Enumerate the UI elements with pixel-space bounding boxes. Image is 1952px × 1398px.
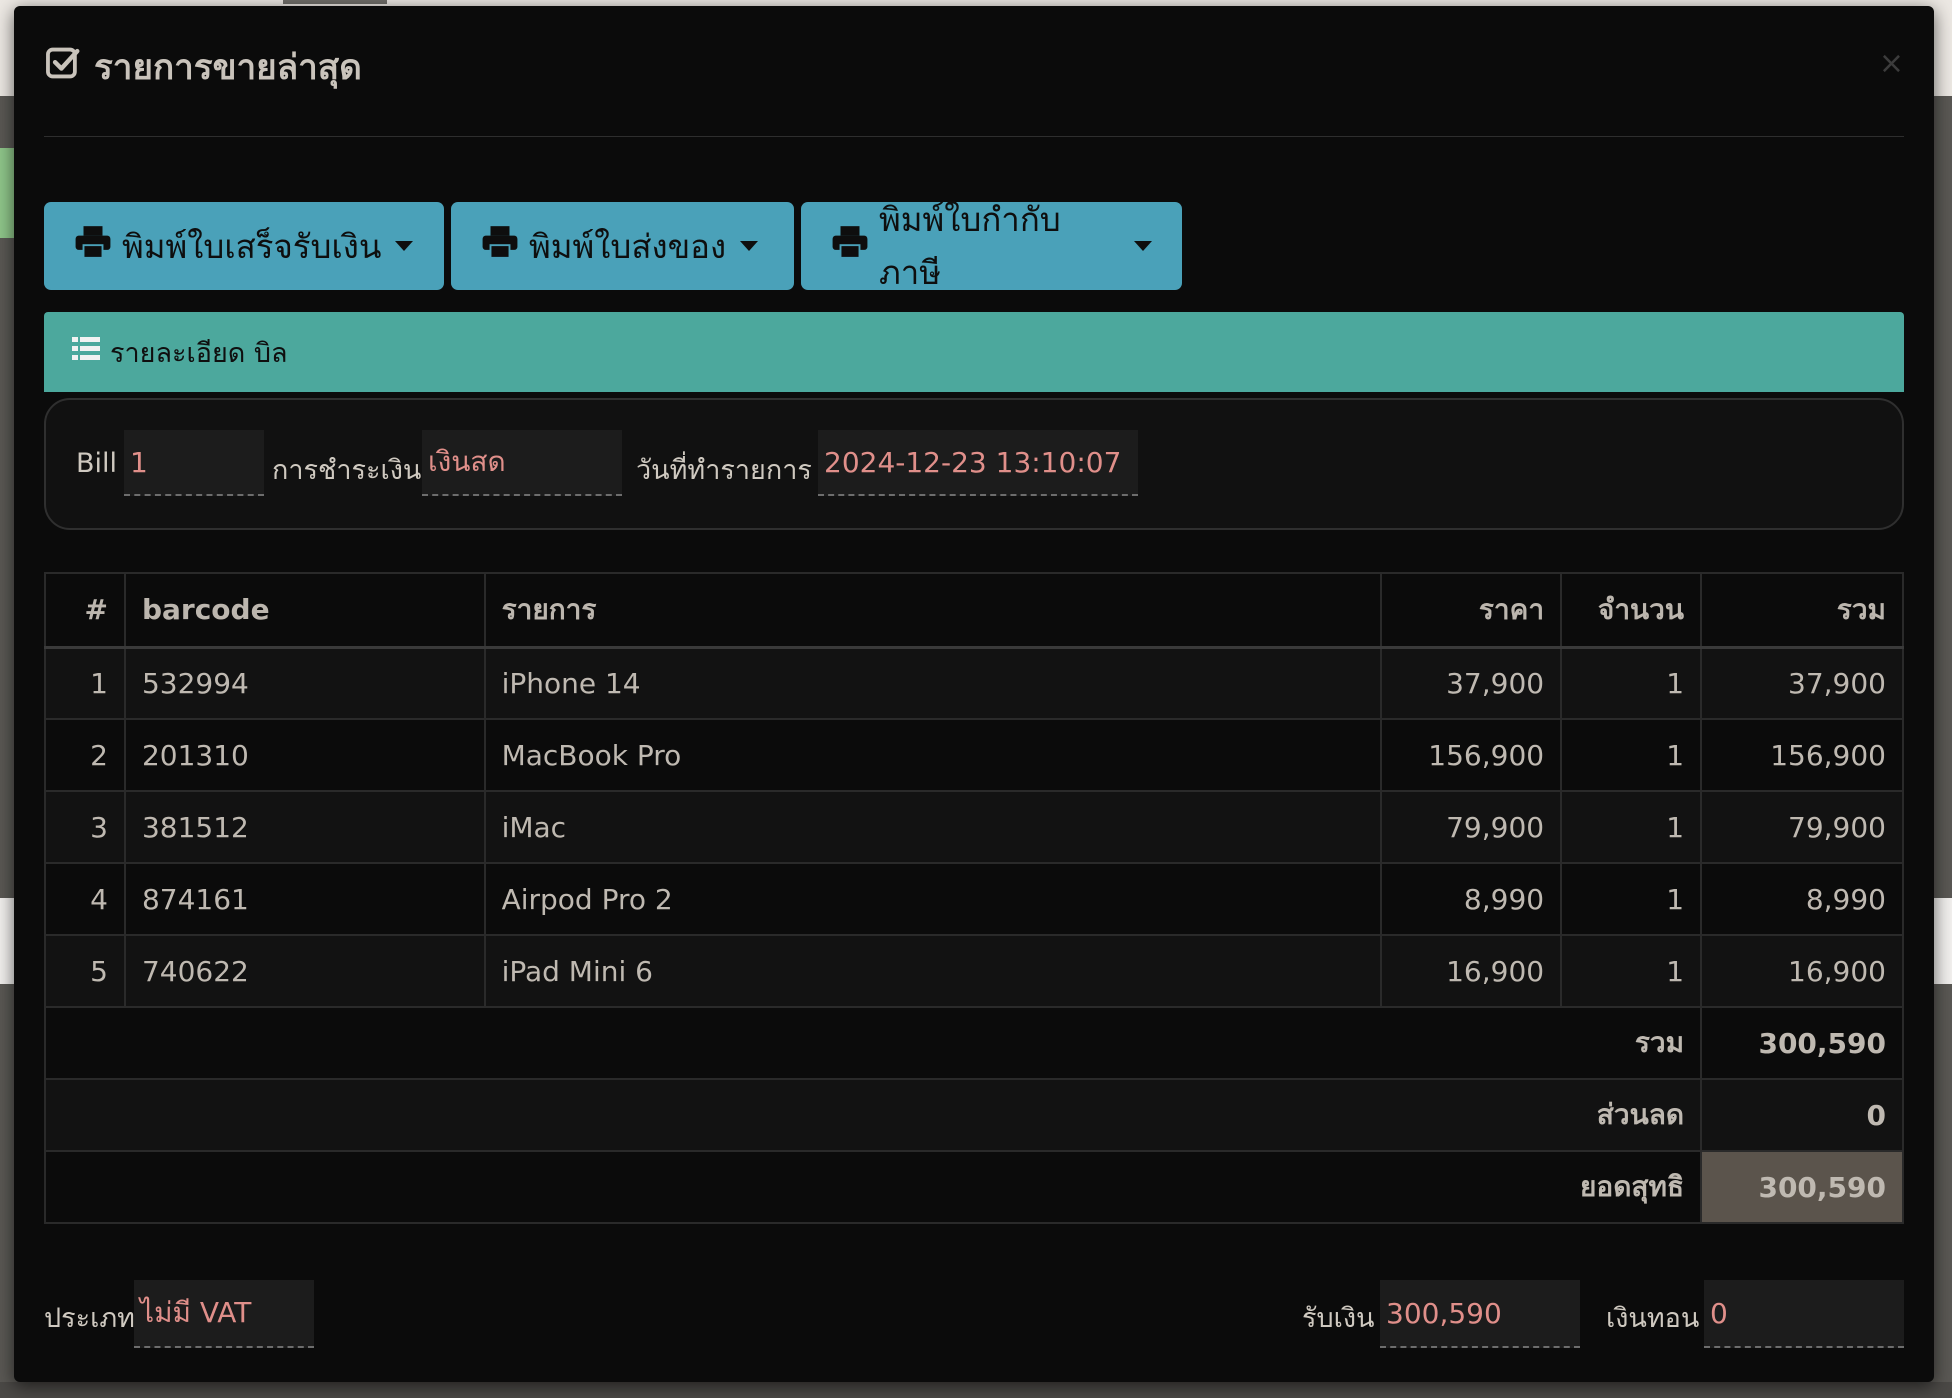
check-square-icon: [44, 44, 94, 91]
payment-method-field: เงินสด: [422, 430, 622, 496]
row-barcode: 201310: [123, 718, 486, 792]
row-number: 2: [44, 718, 126, 792]
table-row: 4 874161 Airpod Pro 2 8,990 1 8,990: [44, 862, 1904, 936]
row-quantity: 1: [1560, 934, 1703, 1008]
column-header-number: #: [44, 572, 126, 649]
row-barcode: 740622: [123, 934, 486, 1008]
amount-received-label: รับเงิน: [1302, 1303, 1375, 1334]
vat-type-field: ไม่มี VAT: [134, 1280, 314, 1348]
column-header-barcode: barcode: [123, 572, 486, 649]
row-number: 5: [44, 934, 126, 1008]
column-header-price: ราคา: [1380, 572, 1563, 649]
row-number: 4: [44, 862, 126, 936]
modal-title: รายการขายล่าสุด: [44, 42, 362, 92]
row-price: 8,990: [1380, 862, 1563, 936]
net-total-label: ยอดสุทธิ: [43, 1150, 1703, 1224]
sale-items-table: # barcode รายการ ราคา จำนวน รวม 1 532994…: [43, 572, 1904, 1224]
transaction-date-label: วันที่ทำรายการ: [636, 455, 812, 486]
discount-label: ส่วนลด: [43, 1078, 1703, 1152]
row-number: 3: [44, 790, 126, 864]
row-price: 156,900: [1380, 718, 1563, 792]
row-total: 79,900: [1700, 790, 1904, 864]
payment-method-label: การชำระเงิน: [272, 455, 422, 486]
column-header-quantity: จำนวน: [1560, 572, 1703, 649]
print-receipt-label: พิมพ์ใบเสร็จรับเงิน: [122, 226, 382, 266]
background-white-strip-left: [0, 898, 14, 984]
amount-received-field: 300,590: [1380, 1280, 1580, 1348]
discount-row: ส่วนลด 0: [43, 1078, 1904, 1152]
table-row: 1 532994 iPhone 14 37,900 1 37,900: [44, 646, 1904, 720]
row-quantity: 1: [1560, 718, 1703, 792]
vat-type-label: ประเภท: [44, 1303, 135, 1334]
list-icon: [72, 336, 110, 369]
modal-title-text: รายการขายล่าสุด: [94, 47, 362, 88]
change-label: เงินทอน: [1606, 1303, 1700, 1334]
row-total: 8,990: [1700, 862, 1904, 936]
row-price: 79,900: [1380, 790, 1563, 864]
print-delivery-note-label: พิมพ์ใบส่งของ: [529, 226, 727, 266]
subtotal-row: รวม 300,590: [43, 1006, 1904, 1080]
print-delivery-note-button[interactable]: พิมพ์ใบส่งของ: [451, 202, 794, 290]
row-price: 37,900: [1380, 646, 1563, 720]
row-total: 37,900: [1700, 646, 1904, 720]
net-total-value: 300,590: [1700, 1150, 1904, 1224]
print-tax-invoice-button[interactable]: พิมพ์ใบกำกับภาษี: [801, 200, 1182, 292]
close-button[interactable]: ×: [1879, 44, 1904, 84]
print-receipt-button[interactable]: พิมพ์ใบเสร็จรับเงิน: [44, 202, 444, 290]
row-quantity: 1: [1560, 790, 1703, 864]
bill-number-label: Bill: [76, 448, 118, 479]
table-header-row: # barcode รายการ ราคา จำนวน รวม: [44, 572, 1904, 649]
row-number: 1: [44, 646, 126, 720]
net-total-row: ยอดสุทธิ 300,590: [43, 1150, 1904, 1224]
row-quantity: 1: [1560, 862, 1703, 936]
subtotal-value: 300,590: [1700, 1006, 1904, 1080]
printer-icon: [74, 224, 122, 268]
row-barcode: 381512: [123, 790, 486, 864]
row-item: iPad Mini 6: [483, 934, 1383, 1008]
printer-icon: [481, 224, 529, 268]
chevron-down-icon: [740, 241, 759, 251]
row-quantity: 1: [1560, 646, 1703, 720]
row-item: iMac: [483, 790, 1383, 864]
row-barcode: 874161: [123, 862, 486, 936]
chevron-down-icon: [1134, 241, 1152, 251]
transaction-date-field: 2024-12-23 13:10:07: [818, 430, 1138, 496]
row-item: Airpod Pro 2: [483, 862, 1383, 936]
column-header-total: รวม: [1700, 572, 1904, 649]
chevron-down-icon: [395, 241, 414, 251]
modal-header: รายการขายล่าสุด ×: [44, 36, 1904, 137]
row-item: MacBook Pro: [483, 718, 1383, 792]
table-row: 3 381512 iMac 79,900 1 79,900: [44, 790, 1904, 864]
row-price: 16,900: [1380, 934, 1563, 1008]
bill-details-title: รายละเอียด บิล: [110, 337, 288, 369]
row-barcode: 532994: [123, 646, 486, 720]
bill-number-field: 1: [124, 430, 264, 496]
row-item: iPhone 14: [483, 646, 1383, 720]
background-page-bottom: [0, 1382, 1952, 1398]
change-field: 0: [1704, 1280, 1904, 1348]
latest-sales-modal: รายการขายล่าสุด × พิมพ์ใบเสร็จรับเงิน พิ…: [14, 6, 1934, 1382]
table-row: 5 740622 iPad Mini 6 16,900 1 16,900: [44, 934, 1904, 1008]
column-header-item: รายการ: [483, 572, 1383, 649]
table-row: 2 201310 MacBook Pro 156,900 1 156,900: [44, 718, 1904, 792]
row-total: 156,900: [1700, 718, 1904, 792]
background-green-block: [0, 148, 14, 238]
printer-icon: [831, 224, 879, 268]
print-button-row: พิมพ์ใบเสร็จรับเงิน พิมพ์ใบส่งของ พิมพ์ใ…: [44, 200, 1182, 292]
print-tax-invoice-label: พิมพ์ใบกำกับภาษี: [879, 200, 1061, 292]
row-total: 16,900: [1700, 934, 1904, 1008]
bill-details-panel-header: รายละเอียด บิล: [44, 312, 1904, 392]
background-tab-indicator: [283, 0, 387, 4]
background-white-strip-right: [1932, 898, 1952, 984]
subtotal-label: รวม: [43, 1006, 1703, 1080]
discount-value: 0: [1700, 1078, 1904, 1152]
bill-details-panel-body: Bill 1 การชำระเงิน เงินสด วันที่ทำรายการ…: [44, 398, 1904, 530]
